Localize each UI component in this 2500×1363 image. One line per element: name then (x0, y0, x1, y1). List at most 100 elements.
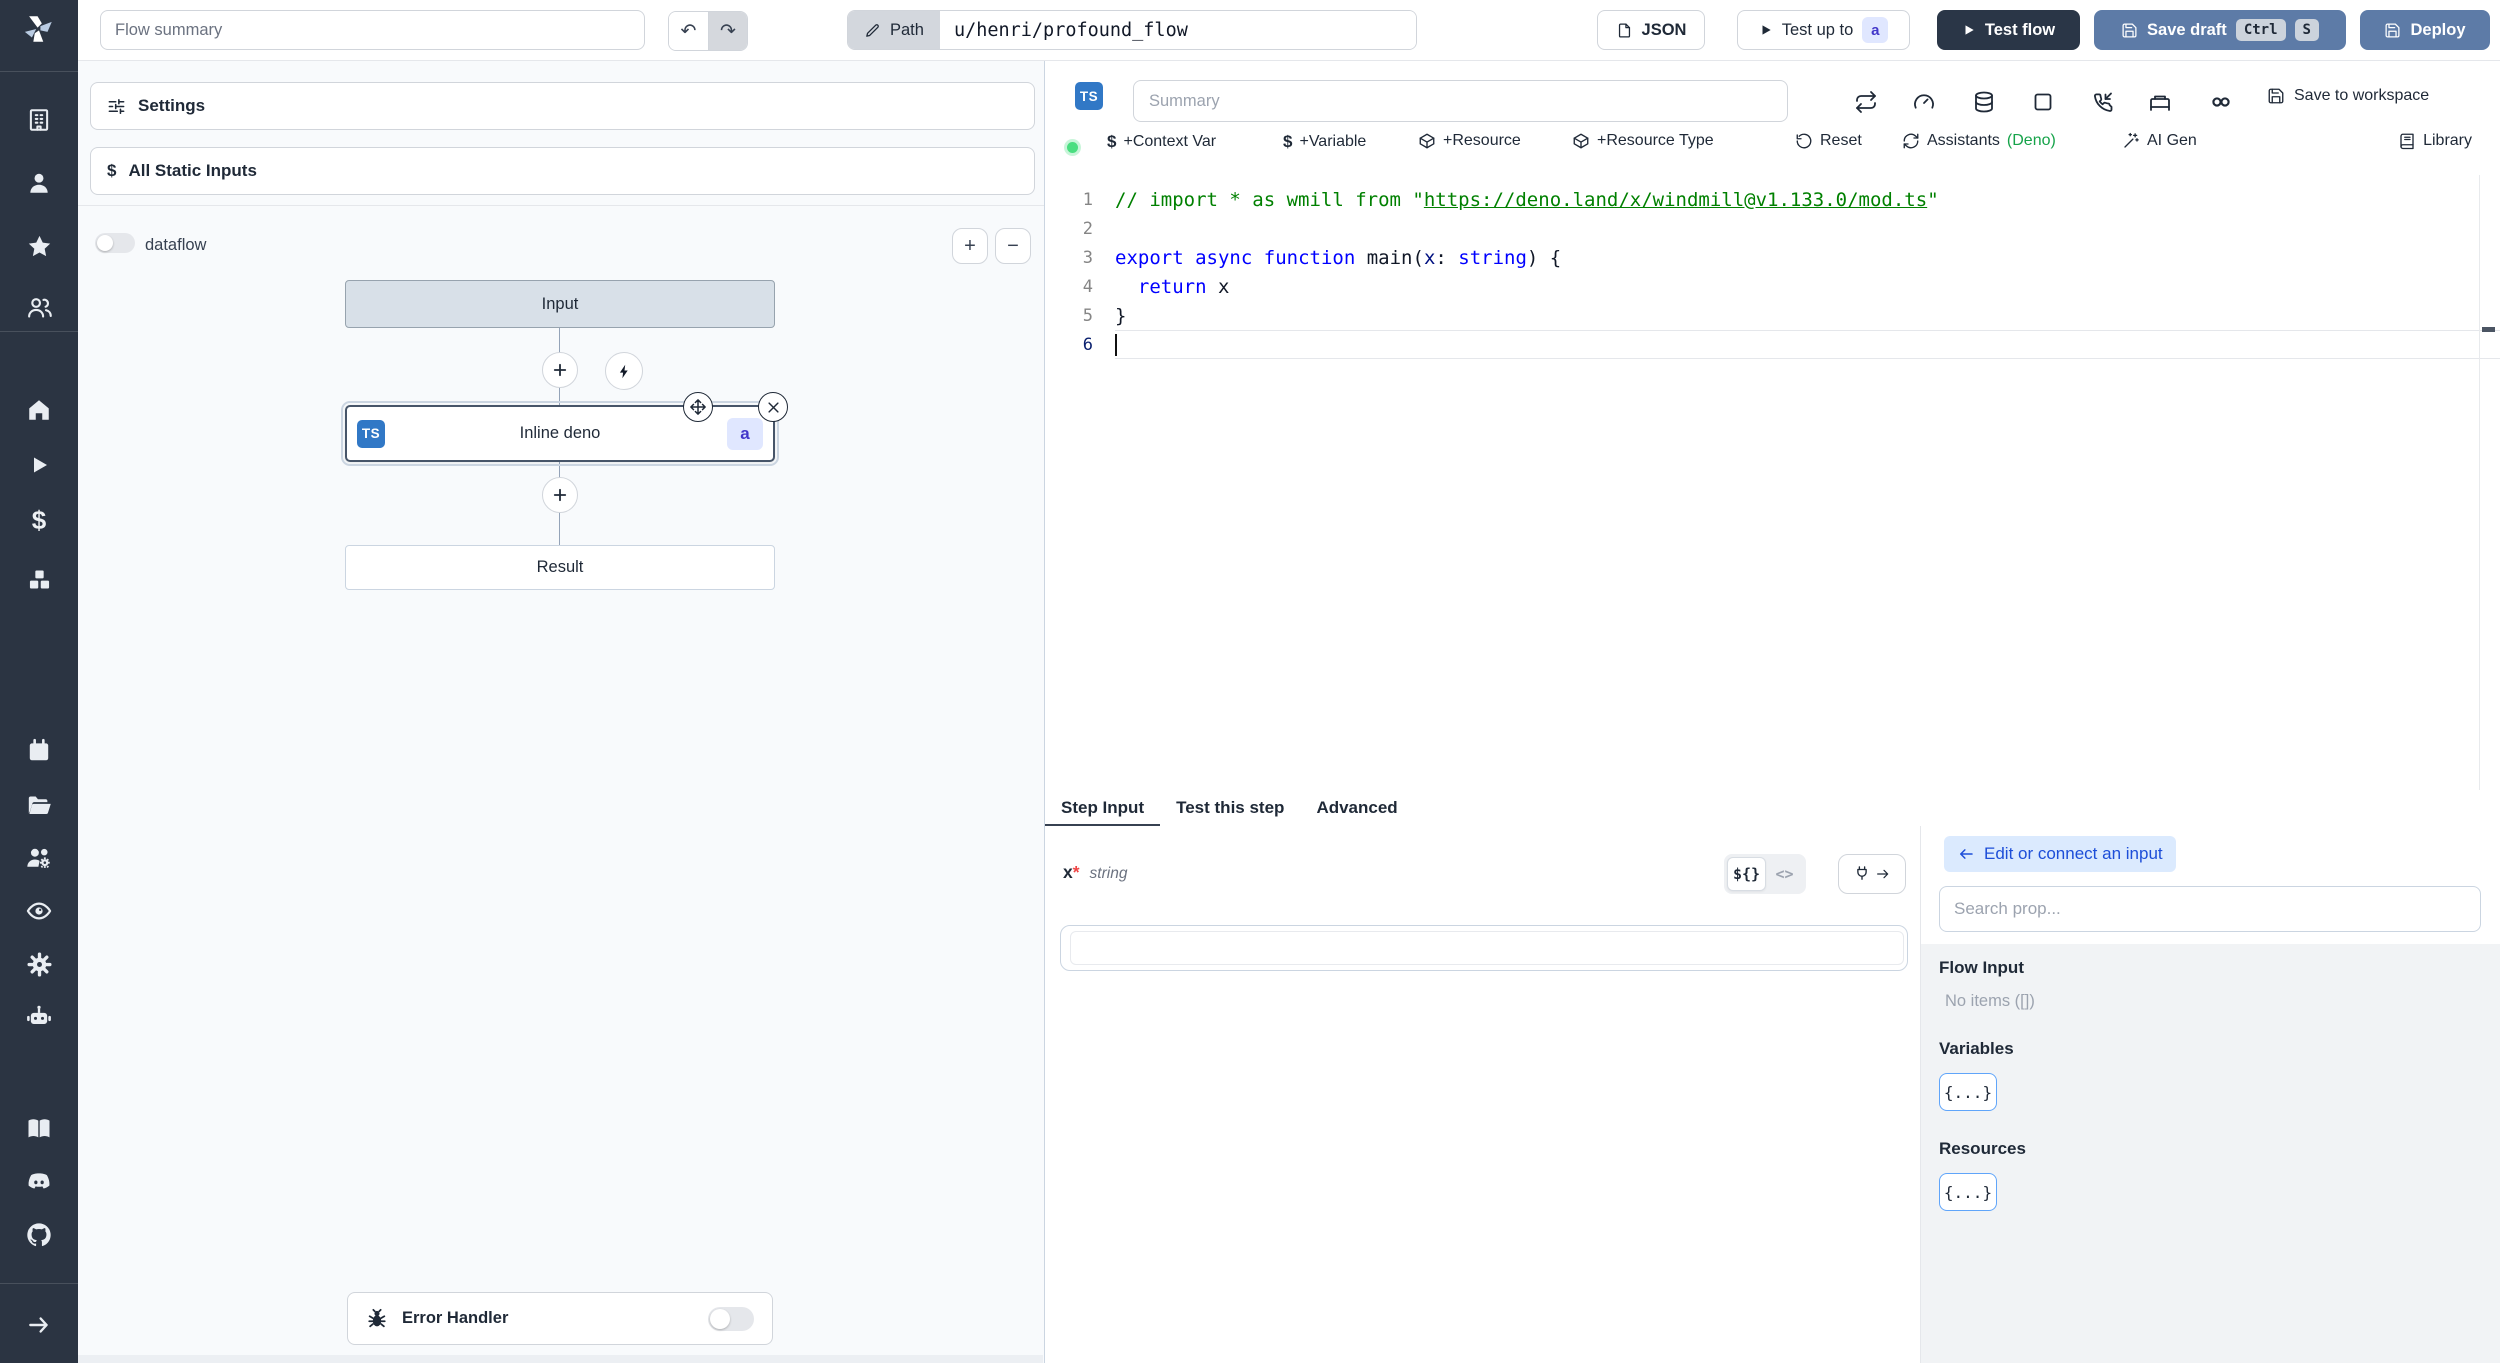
star-icon[interactable] (0, 229, 78, 263)
library-button[interactable]: Library (2398, 132, 2472, 150)
redo-button[interactable]: ↷ (708, 12, 747, 50)
resources-cubes-icon[interactable] (0, 562, 78, 596)
variables-dollar-icon[interactable]: $ (0, 503, 78, 537)
dataflow-toggle[interactable] (95, 233, 135, 253)
docs-book-icon[interactable] (0, 1112, 78, 1146)
runs-play-icon[interactable] (0, 448, 78, 482)
error-handler-label: Error Handler (402, 1309, 509, 1327)
move-step-button[interactable] (683, 392, 713, 422)
robot-icon[interactable] (0, 1000, 78, 1034)
add-context-var-button[interactable]: $ +Context Var (1107, 132, 1216, 152)
tab-step-input[interactable]: Step Input (1045, 790, 1161, 827)
expand-arrow-right-icon[interactable] (0, 1308, 78, 1342)
arrow-left-icon (1960, 849, 1973, 859)
zoom-in-button[interactable]: + (952, 228, 988, 264)
flow-node-input[interactable]: Input (345, 280, 775, 328)
step-id-badge: a (1862, 17, 1889, 43)
typescript-badge: TS (1075, 82, 1103, 110)
sleep-bed-icon[interactable] (2147, 89, 2173, 115)
edit-or-connect-button[interactable]: Edit or connect an input (1944, 836, 2176, 872)
resources-object-chip[interactable]: {...} (1939, 1173, 1997, 1211)
reset-button[interactable]: Reset (1795, 132, 1862, 150)
path-input[interactable] (939, 11, 1416, 49)
template-mode-button[interactable]: ${} (1727, 857, 1766, 891)
all-static-inputs-button[interactable]: $ All Static Inputs (90, 147, 1035, 195)
tab-test-this-step[interactable]: Test this step (1160, 790, 1300, 826)
code-editor-lines: 1// import * as wmill from " https://deno… (1045, 185, 2500, 359)
connect-input-button[interactable] (1838, 854, 1906, 894)
save-to-workspace-button[interactable]: Save to workspace (2267, 87, 2429, 105)
discord-icon[interactable] (0, 1165, 78, 1199)
code-line-6[interactable]: 6 (1045, 330, 2500, 359)
add-step-button-2[interactable] (542, 477, 578, 513)
step-input-pane: x* string ${} <> (1045, 826, 1920, 1363)
add-resource-type-button[interactable]: +Resource Type (1572, 132, 1714, 150)
settings-gear-icon[interactable] (0, 947, 78, 981)
suspend-phone-incoming-icon[interactable] (2089, 89, 2115, 115)
play-icon (1965, 25, 1974, 35)
groups-users-cog-icon[interactable] (0, 841, 78, 875)
arg-name: x* (1063, 862, 1080, 882)
add-trigger-button[interactable] (605, 352, 643, 390)
user-icon[interactable] (0, 166, 78, 200)
plus-icon (553, 488, 567, 502)
undo-icon: ↶ (680, 20, 697, 42)
flow-node-result[interactable]: Result (345, 545, 775, 590)
folders-icon[interactable] (0, 788, 78, 822)
audit-eye-icon[interactable] (0, 894, 78, 928)
step-summary-input[interactable] (1133, 80, 1788, 122)
code-line-2[interactable]: 2 (1045, 214, 2500, 243)
flow-settings-button[interactable]: Settings (90, 82, 1035, 130)
code-line-4[interactable]: 4 return x (1045, 272, 2500, 301)
add-step-button[interactable] (542, 352, 578, 388)
tab-advanced[interactable]: Advanced (1300, 790, 1413, 826)
json-button[interactable]: JSON (1597, 10, 1705, 50)
search-prop-input[interactable] (1939, 886, 2481, 932)
sliders-icon (108, 98, 125, 114)
cache-database-icon[interactable] (1971, 89, 1997, 115)
save-draft-button[interactable]: Save draft Ctrl S (2094, 10, 2346, 50)
deploy-button[interactable]: Deploy (2360, 10, 2490, 50)
arg-value-input[interactable] (1071, 932, 1903, 964)
add-variable-button[interactable]: $ +Variable (1283, 132, 1366, 152)
mock-square-icon[interactable] (2030, 89, 2056, 115)
arrow-right-icon (1877, 869, 1889, 879)
ai-gen-button[interactable]: AI Gen (2122, 132, 2197, 150)
github-icon[interactable] (0, 1218, 78, 1252)
arrows-move-icon (690, 399, 706, 415)
home-icon[interactable] (0, 393, 78, 427)
code-line-1[interactable]: 1// import * as wmill from " https://deno… (1045, 185, 2500, 214)
editor-scrollbar[interactable] (2479, 175, 2500, 790)
windmill-logo[interactable] (0, 12, 78, 46)
dollar-icon: $ (1283, 132, 1293, 151)
bug-icon (368, 1308, 386, 1327)
assistants-button[interactable]: Assistants (Deno) (1902, 132, 2056, 150)
add-resource-button[interactable]: +Resource (1418, 132, 1521, 150)
workspace-building-icon[interactable] (0, 103, 78, 137)
save-icon (2268, 88, 2284, 104)
input-mode-toggle: ${} <> (1724, 854, 1806, 894)
zoom-out-button[interactable]: − (995, 228, 1031, 264)
code-line-3[interactable]: 3 export async function main(x: string) { (1045, 243, 2500, 272)
node-label: Inline deno (519, 424, 601, 442)
sidebar-divider (0, 1283, 78, 1284)
delete-step-button[interactable] (758, 392, 788, 422)
error-handler-toggle[interactable] (708, 1306, 754, 1331)
error-handler-node[interactable]: Error Handler (347, 1292, 773, 1345)
horizontal-scrollbar[interactable] (78, 1355, 1043, 1363)
code-line-5[interactable]: 5} (1045, 301, 2500, 330)
test-up-to-button[interactable]: Test up to a (1737, 10, 1910, 50)
schedules-calendar-icon[interactable] (0, 734, 78, 768)
variables-object-chip[interactable]: {...} (1939, 1073, 1997, 1111)
retry-repeat-icon[interactable] (1853, 89, 1879, 115)
concurrency-infinity-icon[interactable] (2208, 89, 2234, 115)
flow-summary-input[interactable] (100, 10, 645, 50)
code-mode-button[interactable]: <> (1766, 857, 1803, 891)
test-flow-button[interactable]: Test flow (1937, 10, 2080, 50)
gauge-icon[interactable] (1911, 89, 1937, 115)
code-editor[interactable]: 1// import * as wmill from " https://deno… (1045, 175, 2500, 790)
kbd-s: S (2294, 19, 2319, 41)
book-icon (2400, 133, 2414, 150)
users-icon[interactable] (0, 290, 78, 324)
undo-button[interactable]: ↶ (669, 12, 708, 50)
